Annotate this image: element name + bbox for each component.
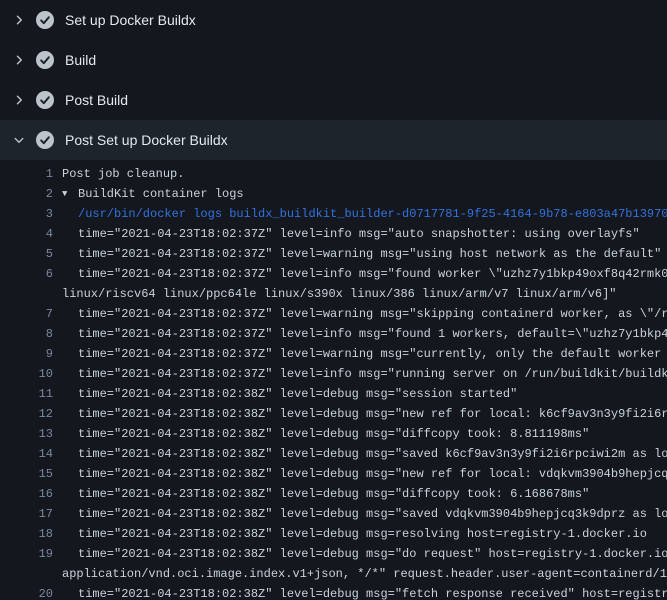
group-expander-triangle-icon[interactable]: ▼	[62, 184, 78, 204]
log-line-number[interactable]: 1	[0, 164, 53, 184]
log-line-text: time="2021-04-23T18:02:38Z" level=debug …	[78, 504, 667, 524]
log-row: 9 time="2021-04-23T18:02:37Z" level=warn…	[0, 344, 667, 364]
log-row: linux/riscv64 linux/ppc64le linux/s390x …	[0, 284, 667, 304]
log-line-number[interactable]: 17	[0, 504, 53, 524]
steps-list: Set up Docker Buildx Build Post Build	[0, 0, 667, 160]
log-line-text: /usr/bin/docker logs buildx_buildkit_bui…	[78, 204, 667, 224]
log-line-text: time="2021-04-23T18:02:37Z" level=warnin…	[78, 304, 667, 324]
log-line-number[interactable]: 18	[0, 524, 53, 544]
log-line-number[interactable]: 14	[0, 444, 53, 464]
step-title: Build	[65, 40, 96, 80]
log-row: 1 Post job cleanup.	[0, 164, 667, 184]
log-area: 1 Post job cleanup. 2 ▼BuildKit containe…	[0, 160, 667, 600]
log-line-text: time="2021-04-23T18:02:38Z" level=debug …	[78, 424, 589, 444]
step-header-1[interactable]: Build	[0, 40, 667, 80]
log-row: 7 time="2021-04-23T18:02:37Z" level=warn…	[0, 304, 667, 324]
log-row: 12 time="2021-04-23T18:02:38Z" level=deb…	[0, 404, 667, 424]
chevron-right-icon	[12, 53, 26, 67]
log-row: 4 time="2021-04-23T18:02:37Z" level=info…	[0, 224, 667, 244]
log-line-text: time="2021-04-23T18:02:38Z" level=debug …	[78, 444, 667, 464]
log-line-text: time="2021-04-23T18:02:37Z" level=warnin…	[78, 244, 661, 264]
log-line-text: time="2021-04-23T18:02:37Z" level=info m…	[78, 364, 667, 384]
chevron-right-icon	[12, 13, 26, 27]
log-line-number[interactable]: 6	[0, 264, 53, 284]
log-line-number[interactable]: 7	[0, 304, 53, 324]
log-row: 5 time="2021-04-23T18:02:37Z" level=warn…	[0, 244, 667, 264]
step-title: Post Set up Docker Buildx	[65, 120, 228, 160]
log-row: 18 time="2021-04-23T18:02:38Z" level=deb…	[0, 524, 667, 544]
log-line-number[interactable]: 4	[0, 224, 53, 244]
step-title: Post Build	[65, 80, 128, 120]
log-row: 16 time="2021-04-23T18:02:38Z" level=deb…	[0, 484, 667, 504]
log-row: 17 time="2021-04-23T18:02:38Z" level=deb…	[0, 504, 667, 524]
log-line-text: time="2021-04-23T18:02:37Z" level=warnin…	[78, 344, 667, 364]
log-line-number[interactable]: 12	[0, 404, 53, 424]
chevron-down-icon	[12, 133, 26, 147]
log-line-number[interactable]: 3	[0, 204, 53, 224]
step-header-2[interactable]: Post Build	[0, 80, 667, 120]
log-row: 15 time="2021-04-23T18:02:38Z" level=deb…	[0, 464, 667, 484]
log-line-text: time="2021-04-23T18:02:37Z" level=info m…	[78, 224, 640, 244]
log-group-title[interactable]: ▼BuildKit container logs	[62, 184, 244, 204]
log-line-text: time="2021-04-23T18:02:38Z" level=debug …	[78, 524, 647, 544]
check-circle-icon	[36, 131, 54, 149]
log-line-text: time="2021-04-23T18:02:37Z" level=info m…	[78, 264, 667, 284]
log-line-text: application/vnd.oci.image.index.v1+json,…	[62, 564, 667, 584]
log-row: 10 time="2021-04-23T18:02:37Z" level=inf…	[0, 364, 667, 384]
log-line-text: time="2021-04-23T18:02:37Z" level=info m…	[78, 324, 667, 344]
log-line-number[interactable]: 9	[0, 344, 53, 364]
chevron-right-icon	[12, 93, 26, 107]
actions-log-viewer: Set up Docker Buildx Build Post Build	[0, 0, 667, 600]
log-line-number[interactable]: 5	[0, 244, 53, 264]
log-line-text: time="2021-04-23T18:02:38Z" level=debug …	[78, 584, 667, 600]
log-line-number[interactable]: 20	[0, 584, 53, 600]
log-line-text: Post job cleanup.	[62, 164, 184, 184]
log-line-text: time="2021-04-23T18:02:38Z" level=debug …	[78, 544, 667, 564]
log-line-text: time="2021-04-23T18:02:38Z" level=debug …	[78, 464, 667, 484]
log-row: application/vnd.oci.image.index.v1+json,…	[0, 564, 667, 584]
log-line-text: linux/riscv64 linux/ppc64le linux/s390x …	[62, 284, 617, 304]
step-title: Set up Docker Buildx	[65, 0, 196, 40]
check-circle-icon	[36, 11, 54, 29]
log-line-number[interactable]: 11	[0, 384, 53, 404]
log-row: 11 time="2021-04-23T18:02:38Z" level=deb…	[0, 384, 667, 404]
log-row: 6 time="2021-04-23T18:02:37Z" level=info…	[0, 264, 667, 284]
log-line-number[interactable]: 15	[0, 464, 53, 484]
log-line-number[interactable]: 16	[0, 484, 53, 504]
log-line-number[interactable]: 8	[0, 324, 53, 344]
log-line-number[interactable]: 2	[0, 184, 53, 204]
log-row: 20 time="2021-04-23T18:02:38Z" level=deb…	[0, 584, 667, 600]
log-row: 14 time="2021-04-23T18:02:38Z" level=deb…	[0, 444, 667, 464]
log-line-number[interactable]: 10	[0, 364, 53, 384]
step-header-0[interactable]: Set up Docker Buildx	[0, 0, 667, 40]
log-row: 13 time="2021-04-23T18:02:38Z" level=deb…	[0, 424, 667, 444]
log-line-text: time="2021-04-23T18:02:38Z" level=debug …	[78, 384, 517, 404]
step-header-3[interactable]: Post Set up Docker Buildx	[0, 120, 667, 160]
log-row: 19 time="2021-04-23T18:02:38Z" level=deb…	[0, 544, 667, 564]
log-line-text: time="2021-04-23T18:02:38Z" level=debug …	[78, 404, 667, 424]
check-circle-icon	[36, 51, 54, 69]
log-line-number[interactable]: 19	[0, 544, 53, 564]
log-line-text: time="2021-04-23T18:02:38Z" level=debug …	[78, 484, 589, 504]
log-row: 2 ▼BuildKit container logs	[0, 184, 667, 204]
log-row: 3 /usr/bin/docker logs buildx_buildkit_b…	[0, 204, 667, 224]
check-circle-icon	[36, 91, 54, 109]
log-line-number[interactable]: 13	[0, 424, 53, 444]
log-row: 8 time="2021-04-23T18:02:37Z" level=info…	[0, 324, 667, 344]
